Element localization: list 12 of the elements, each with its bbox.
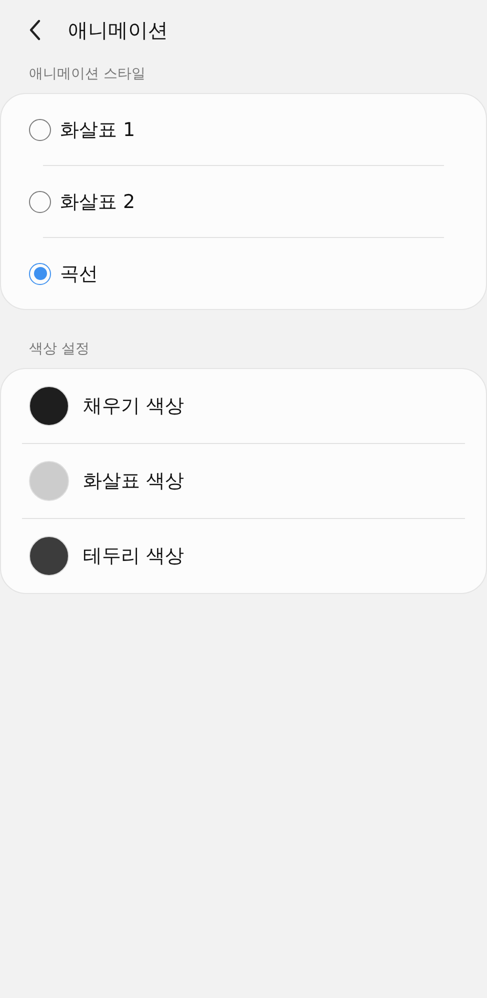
section-label: 색상 설정 [28,340,90,359]
radio-option[interactable]: 화살표 1 [1,94,486,165]
radio-option[interactable]: 곡선 [1,238,486,309]
section-label: 애니메이션 스타일 [28,65,146,84]
radio-button[interactable] [29,262,51,284]
radio-option[interactable]: 화살표 2 [1,166,486,237]
radio-button[interactable] [29,118,51,140]
color-setting-item[interactable]: 화살표 색상 [1,444,486,518]
page-title: 애니메이션 [68,16,168,44]
radio-button[interactable] [29,190,51,212]
color-setting-item[interactable]: 채우기 색상 [1,369,486,443]
color-setting-item[interactable]: 테두리 색상 [1,519,486,593]
